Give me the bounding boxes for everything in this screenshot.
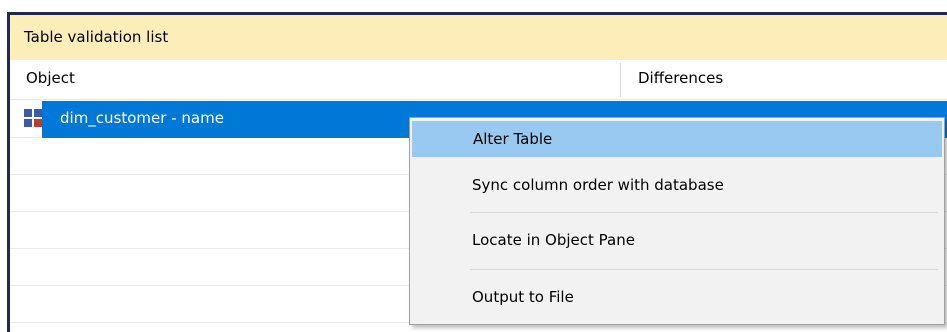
table-validation-window: Table validation list Object Differences… bbox=[0, 0, 947, 332]
menu-separator bbox=[470, 269, 938, 270]
menu-item-sync-column-order[interactable]: Sync column order with database bbox=[412, 168, 942, 204]
list-header: Object Differences bbox=[10, 60, 947, 100]
menu-item-locate-in-object-pane[interactable]: Locate in Object Pane bbox=[412, 223, 942, 259]
window-top-strip bbox=[0, 0, 947, 12]
column-header-object[interactable]: Object bbox=[26, 69, 75, 87]
menu-item-output-to-file[interactable]: Output to File bbox=[412, 280, 942, 316]
menu-separator bbox=[470, 212, 938, 213]
panel-title: Table validation list bbox=[10, 15, 947, 60]
table-icon bbox=[24, 109, 42, 127]
row-object-name: dim_customer - name bbox=[60, 109, 224, 127]
context-menu: Alter Table Sync column order with datab… bbox=[409, 117, 945, 325]
column-resize-handle[interactable] bbox=[620, 63, 621, 97]
menu-item-alter-table[interactable]: Alter Table bbox=[412, 121, 942, 157]
column-header-differences[interactable]: Differences bbox=[638, 69, 723, 87]
